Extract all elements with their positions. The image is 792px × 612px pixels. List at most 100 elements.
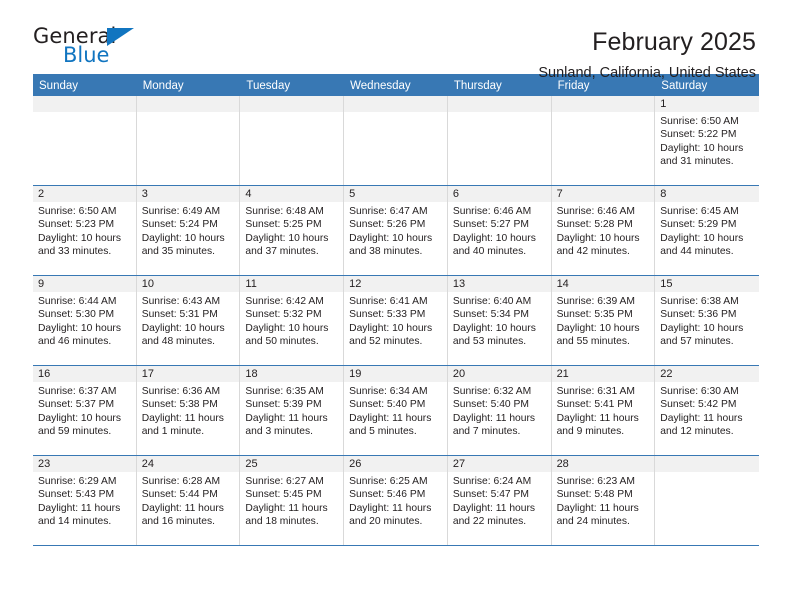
- day-number: 20: [452, 368, 466, 380]
- day-number-strip: 16: [33, 366, 136, 382]
- sunset-text: Sunset: 5:30 PM: [38, 309, 115, 321]
- day-cell[interactable]: 12 Sunrise: 6:41 AM Sunset: 5:33 PM Dayligh…: [344, 276, 448, 365]
- day-cell[interactable]: 13 Sunrise: 6:40 AM Sunset: 5:34 PM Dayligh…: [447, 276, 552, 365]
- day-cell[interactable]: 14 Sunrise: 6:39 AM Sunset: 5:35 PM Dayligh…: [551, 276, 656, 365]
- day-cell[interactable]: 17 Sunrise: 6:36 AM Sunset: 5:38 PM Dayligh…: [136, 366, 241, 455]
- sunrise-text: Sunrise: 6:24 AM: [452, 476, 532, 487]
- sunrise-text: Sunrise: 6:25 AM: [349, 476, 428, 487]
- day-details: Sunrise: 6:30 AM Sunset: 5:42 PM Daylight:…: [655, 382, 759, 438]
- logo-text-blue: Blue: [63, 43, 110, 67]
- day-number: 2: [38, 188, 45, 200]
- day-cell-empty: [33, 96, 137, 185]
- day-cell[interactable]: 5 Sunrise: 6:47 AM Sunset: 5:26 PM Daylight…: [344, 186, 448, 275]
- calendar-week-row: 16 Sunrise: 6:37 AM Sunset: 5:37 PM Dayligh…: [33, 366, 759, 456]
- day-cell[interactable]: 4 Sunrise: 6:48 AM Sunset: 5:25 PM Daylight…: [240, 186, 345, 275]
- calendar-weeks: 1 Sunrise: 6:50 AM Sunset: 5:22 PM Daylight…: [33, 96, 759, 546]
- day-number: 25: [245, 458, 258, 470]
- sunset-text: Sunset: 5:23 PM: [38, 219, 115, 231]
- day-number: 18: [245, 368, 258, 380]
- calendar-week-row: 9 Sunrise: 6:44 AM Sunset: 5:30 PM Daylight…: [33, 276, 759, 366]
- day-number-strip: 28: [551, 456, 655, 472]
- day-cell[interactable]: 2 Sunrise: 6:50 AM Sunset: 5:23 PM Daylight…: [33, 186, 137, 275]
- calendar-page: General Blue February 2025 Sunland, Cali…: [0, 0, 792, 612]
- sunrise-text: Sunrise: 6:43 AM: [141, 296, 221, 307]
- day-cell[interactable]: 28 Sunrise: 6:23 AM Sunset: 5:48 PM Dayligh…: [551, 456, 656, 545]
- daylight-text: Daylight: 10 hours and 55 minutes.: [556, 322, 640, 347]
- sunset-text: Sunset: 5:39 PM: [245, 399, 322, 411]
- day-number-strip: 21: [551, 366, 655, 382]
- day-cell[interactable]: 16 Sunrise: 6:37 AM Sunset: 5:37 PM Dayligh…: [33, 366, 137, 455]
- weekday-header-wednesday: Wednesday: [350, 80, 411, 92]
- daylight-text: Daylight: 10 hours and 44 minutes.: [660, 232, 744, 257]
- day-details: Sunrise: 6:41 AM Sunset: 5:33 PM Daylight:…: [344, 292, 447, 348]
- sunset-text: Sunset: 5:32 PM: [245, 309, 322, 321]
- daylight-text: Daylight: 11 hours and 1 minute.: [141, 412, 224, 437]
- day-cell[interactable]: 3 Sunrise: 6:49 AM Sunset: 5:24 PM Daylight…: [136, 186, 241, 275]
- day-details: Sunrise: 6:39 AM Sunset: 5:35 PM Daylight:…: [552, 292, 655, 348]
- daylight-text: Daylight: 10 hours and 48 minutes.: [141, 322, 225, 347]
- day-cell[interactable]: 9 Sunrise: 6:44 AM Sunset: 5:30 PM Daylight…: [33, 276, 137, 365]
- day-cell[interactable]: 15 Sunrise: 6:38 AM Sunset: 5:36 PM Dayligh…: [655, 276, 759, 365]
- sunrise-text: Sunrise: 6:46 AM: [556, 206, 635, 217]
- day-cell[interactable]: 27 Sunrise: 6:24 AM Sunset: 5:47 PM Dayligh…: [447, 456, 552, 545]
- day-cell[interactable]: 1 Sunrise: 6:50 AM Sunset: 5:22 PM Daylight…: [655, 96, 759, 185]
- day-number-strip: 20: [447, 366, 551, 382]
- day-details: Sunrise: 6:27 AM Sunset: 5:45 PM Daylight:…: [240, 472, 343, 528]
- day-details: Sunrise: 6:35 AM Sunset: 5:39 PM Daylight:…: [240, 382, 343, 438]
- general-blue-logo[interactable]: General Blue: [33, 26, 153, 76]
- sunset-text: Sunset: 5:44 PM: [141, 489, 218, 501]
- sunrise-text: Sunrise: 6:34 AM: [349, 386, 428, 397]
- day-cell[interactable]: 21 Sunrise: 6:31 AM Sunset: 5:41 PM Dayligh…: [551, 366, 656, 455]
- day-number-strip: 11: [240, 276, 344, 292]
- day-cell[interactable]: 25 Sunrise: 6:27 AM Sunset: 5:45 PM Dayligh…: [240, 456, 345, 545]
- sunset-text: Sunset: 5:27 PM: [452, 219, 529, 231]
- day-cell[interactable]: 23 Sunrise: 6:29 AM Sunset: 5:43 PM Dayligh…: [33, 456, 137, 545]
- day-cell[interactable]: 10 Sunrise: 6:43 AM Sunset: 5:31 PM Dayligh…: [136, 276, 241, 365]
- day-details: Sunrise: 6:46 AM Sunset: 5:28 PM Daylight:…: [552, 202, 655, 258]
- sunrise-text: Sunrise: 6:50 AM: [660, 116, 739, 127]
- daylight-text: Daylight: 10 hours and 50 minutes.: [245, 322, 329, 347]
- sunset-text: Sunset: 5:46 PM: [349, 489, 426, 501]
- day-cell[interactable]: 8 Sunrise: 6:45 AM Sunset: 5:29 PM Daylight…: [655, 186, 759, 275]
- day-number-strip: 5: [344, 186, 447, 202]
- day-number-strip: [551, 96, 655, 112]
- sunset-text: Sunset: 5:48 PM: [556, 489, 633, 501]
- day-number: 14: [556, 278, 569, 290]
- sunset-text: Sunset: 5:38 PM: [141, 399, 218, 411]
- sunrise-text: Sunrise: 6:28 AM: [141, 476, 221, 487]
- day-cell[interactable]: 20 Sunrise: 6:32 AM Sunset: 5:40 PM Dayligh…: [447, 366, 552, 455]
- daylight-text: Daylight: 11 hours and 16 minutes.: [141, 502, 224, 527]
- day-details: Sunrise: 6:50 AM Sunset: 5:23 PM Daylight:…: [33, 202, 136, 258]
- sunset-text: Sunset: 5:40 PM: [349, 399, 426, 411]
- day-cell[interactable]: 22 Sunrise: 6:30 AM Sunset: 5:42 PM Dayligh…: [655, 366, 759, 455]
- day-number: 15: [660, 278, 673, 290]
- weekday-header-saturday: Saturday: [661, 80, 708, 92]
- day-details: Sunrise: 6:29 AM Sunset: 5:43 PM Daylight:…: [33, 472, 136, 528]
- day-details: Sunrise: 6:31 AM Sunset: 5:41 PM Daylight:…: [552, 382, 655, 438]
- daylight-text: Daylight: 11 hours and 18 minutes.: [245, 502, 328, 527]
- day-details: Sunrise: 6:43 AM Sunset: 5:31 PM Daylight:…: [137, 292, 240, 348]
- day-number-strip: 14: [551, 276, 655, 292]
- day-details: Sunrise: 6:28 AM Sunset: 5:44 PM Daylight:…: [137, 472, 240, 528]
- day-number-strip: 6: [447, 186, 551, 202]
- day-cell[interactable]: 6 Sunrise: 6:46 AM Sunset: 5:27 PM Daylight…: [447, 186, 552, 275]
- sunrise-text: Sunrise: 6:39 AM: [556, 296, 635, 307]
- daylight-text: Daylight: 10 hours and 35 minutes.: [141, 232, 225, 257]
- day-number-strip: 4: [240, 186, 344, 202]
- day-cell[interactable]: 19 Sunrise: 6:34 AM Sunset: 5:40 PM Dayligh…: [344, 366, 448, 455]
- day-cell[interactable]: 24 Sunrise: 6:28 AM Sunset: 5:44 PM Dayligh…: [136, 456, 241, 545]
- day-cell[interactable]: 7 Sunrise: 6:46 AM Sunset: 5:28 PM Daylight…: [551, 186, 656, 275]
- day-cell[interactable]: 11 Sunrise: 6:42 AM Sunset: 5:32 PM Dayligh…: [240, 276, 345, 365]
- day-cell-empty: [344, 96, 448, 185]
- day-number-strip: 13: [447, 276, 551, 292]
- day-cell-empty: [136, 96, 241, 185]
- sunset-text: Sunset: 5:31 PM: [141, 309, 218, 321]
- day-cell[interactable]: 18 Sunrise: 6:35 AM Sunset: 5:39 PM Dayligh…: [240, 366, 345, 455]
- day-number: 3: [141, 188, 148, 200]
- weekday-header-row: Sunday Monday Tuesday Wednesday Thursday…: [33, 74, 759, 96]
- day-cell[interactable]: 26 Sunrise: 6:25 AM Sunset: 5:46 PM Dayligh…: [344, 456, 448, 545]
- weekday-header-thursday: Thursday: [453, 80, 502, 92]
- logo-triangle-icon: [107, 28, 134, 46]
- sunrise-text: Sunrise: 6:46 AM: [452, 206, 532, 217]
- day-number: 11: [245, 278, 257, 290]
